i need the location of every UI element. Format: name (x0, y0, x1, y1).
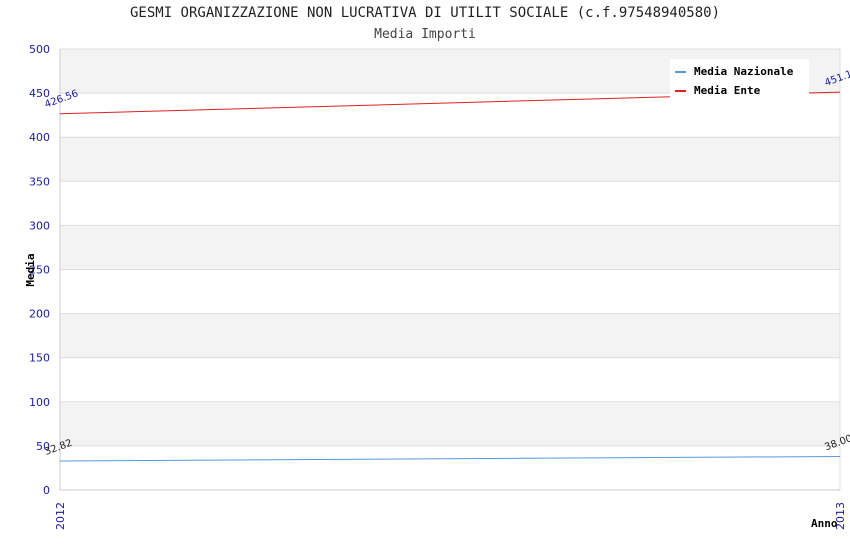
y-tick-label: 300 (29, 219, 50, 232)
y-tick-label: 0 (43, 484, 50, 497)
x-tick-labels: 2012 2013 (54, 502, 847, 530)
legend: Media Nazionale Media Ente (670, 59, 809, 99)
y-tick-label: 100 (29, 396, 50, 409)
grid-band (60, 93, 840, 138)
y-axis-label: Media (24, 253, 37, 286)
grid-band (60, 357, 840, 402)
grid-band (60, 181, 840, 226)
y-tick-label: 200 (29, 308, 50, 321)
legend-item: Media Ente (694, 84, 761, 97)
grid-band (60, 225, 840, 270)
grid-band (60, 269, 840, 314)
grid-band (60, 401, 840, 446)
x-tick-label: 2012 (54, 502, 67, 530)
legend-item: Media Nazionale (694, 65, 794, 78)
y-tick-label: 400 (29, 131, 50, 144)
line-chart: 050100150200250300350400450500 2012 2013 … (24, 43, 850, 530)
y-tick-label: 350 (29, 175, 50, 188)
grid-band (60, 313, 840, 358)
y-tick-label: 150 (29, 352, 50, 365)
x-axis-label: Anno (811, 517, 838, 530)
grid-band (60, 137, 840, 182)
grid-band (60, 445, 840, 490)
y-tick-label: 500 (29, 43, 50, 56)
